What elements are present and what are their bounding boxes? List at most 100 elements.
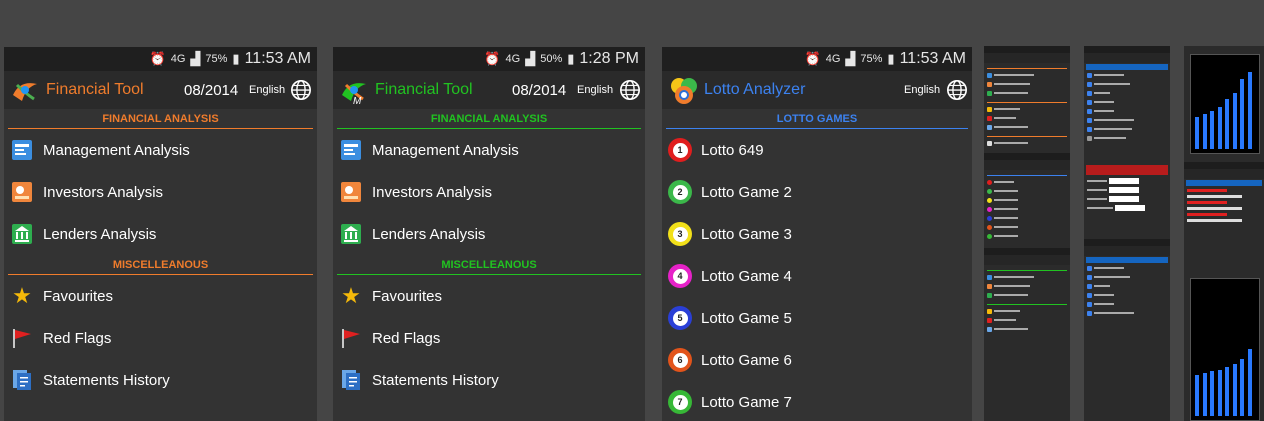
- lotto-analyzer-screen: ⏰ 4G ▟ 75% ▮ 11:53 AM Lotto Analyzer Eng…: [662, 47, 972, 421]
- investors-icon: [10, 180, 34, 204]
- lotto-game-item[interactable]: 7 Lotto Game 7: [662, 381, 972, 421]
- lenders-icon: [10, 222, 34, 246]
- lotto-game-item[interactable]: 6 Lotto Game 6: [662, 339, 972, 381]
- action-bar: Lotto Analyzer English: [662, 71, 972, 109]
- menu-item-statements-history[interactable]: Statements History: [4, 359, 317, 401]
- statements-history-icon: [339, 368, 363, 392]
- network-indicator: 4G: [170, 53, 186, 65]
- menu-item-statements-history[interactable]: Statements History: [333, 359, 645, 401]
- thumbnail-chart-bar: [1217, 369, 1222, 416]
- menu-item-label: Red Flags: [43, 329, 112, 347]
- menu-item-label: Favourites: [43, 287, 114, 305]
- status-bar: ⏰ 4G ▟ 50% ▮ 1:28 PM: [333, 47, 645, 71]
- thumbnail-chart-bar: [1202, 372, 1207, 416]
- lotto-ball-icon: 6: [668, 348, 692, 372]
- menu-item-label: Investors Analysis: [372, 183, 493, 201]
- clock: 11:53 AM: [899, 50, 966, 67]
- signal-icon: ▟: [190, 51, 201, 66]
- thumbnail-chart-bar: [1247, 72, 1252, 149]
- section-header-financial-analysis: FINANCIAL ANALYSIS: [337, 109, 641, 129]
- period-date[interactable]: 08/2014: [184, 82, 238, 99]
- lotto-game-label: Lotto Game 4: [701, 267, 792, 285]
- star-icon: ★: [341, 283, 361, 308]
- lotto-game-item[interactable]: 5 Lotto Game 5: [662, 297, 972, 339]
- section-header-miscellaneous: MISCELLEANOUS: [337, 255, 641, 275]
- app-title: Financial Tool: [46, 81, 144, 98]
- battery-percent: 75%: [205, 53, 228, 65]
- menu-item-label: Lenders Analysis: [43, 225, 157, 243]
- globe-icon[interactable]: [619, 79, 641, 101]
- menu-item-lenders-analysis[interactable]: Lenders Analysis: [4, 213, 317, 255]
- menu-item-favourites[interactable]: ★ Favourites: [4, 275, 317, 317]
- menu-item-investors-analysis[interactable]: Investors Analysis: [333, 171, 645, 213]
- thumbnail-chart-bar: [1210, 110, 1214, 149]
- thumbnail-financial-tool-menus[interactable]: [984, 46, 1070, 421]
- lotto-ball-icon: 4: [668, 264, 692, 288]
- status-bar: ⏰ 4G ▟ 75% ▮ 11:53 AM: [662, 47, 972, 71]
- lotto-game-label: Lotto Game 3: [701, 225, 792, 243]
- menu-item-label: Statements History: [372, 371, 499, 389]
- lotto-game-item[interactable]: 2 Lotto Game 2: [662, 171, 972, 213]
- menu-item-investors-analysis[interactable]: Investors Analysis: [4, 171, 317, 213]
- lotto-game-item[interactable]: 3 Lotto Game 3: [662, 213, 972, 255]
- management-icon: [339, 138, 363, 162]
- menu-item-red-flags[interactable]: Red Flags: [333, 317, 645, 359]
- lotto-game-item[interactable]: 4 Lotto Game 4: [662, 255, 972, 297]
- star-icon: ★: [12, 283, 32, 308]
- thumbnail-chart-bar: [1225, 367, 1229, 416]
- thumbnail-chart-bar: [1232, 364, 1237, 416]
- thumbnail-chart-bar: [1240, 358, 1244, 416]
- financial-tool-screen-orange: ⏰ 4G ▟ 75% ▮ 11:53 AM Financial Tool 08/…: [4, 47, 317, 421]
- menu-item-management-analysis[interactable]: Management Analysis: [333, 129, 645, 171]
- menu-item-label: Favourites: [372, 287, 443, 305]
- signal-icon: ▟: [525, 51, 536, 66]
- language-label[interactable]: English: [904, 84, 940, 96]
- network-indicator: 4G: [825, 53, 841, 65]
- statements-history-icon: [10, 368, 34, 392]
- section-header-miscellaneous: MISCELLEANOUS: [8, 255, 313, 275]
- lotto-logo-icon[interactable]: [668, 75, 698, 105]
- language-label[interactable]: English: [577, 84, 613, 96]
- thumbnail-chart-bar: [1202, 113, 1207, 149]
- app-logo-icon[interactable]: M: [339, 75, 369, 107]
- app-title: Financial Tool: [375, 81, 473, 98]
- thumbnail-chart-bar: [1195, 117, 1199, 149]
- red-flag-icon: [339, 326, 363, 350]
- menu-item-label: Lenders Analysis: [372, 225, 486, 243]
- thumbnail-bar-charts[interactable]: [1184, 46, 1264, 421]
- thumbnail-chart-bar: [1195, 375, 1199, 416]
- management-icon: [10, 138, 34, 162]
- menu-item-favourites[interactable]: ★ Favourites: [333, 275, 645, 317]
- menu-item-management-analysis[interactable]: Management Analysis: [4, 129, 317, 171]
- thumbnail-ratios-list[interactable]: [1084, 46, 1170, 421]
- lotto-ball-icon: 3: [668, 222, 692, 246]
- signal-icon: ▟: [845, 51, 856, 66]
- thumbnail-chart-bar: [1217, 107, 1222, 149]
- period-date[interactable]: 08/2014: [512, 82, 566, 99]
- menu-item-label: Investors Analysis: [43, 183, 164, 201]
- globe-icon[interactable]: [946, 79, 968, 101]
- language-label[interactable]: English: [249, 84, 285, 96]
- lotto-ball-icon: 2: [668, 180, 692, 204]
- alarm-icon: ⏰: [804, 51, 821, 66]
- menu-item-red-flags[interactable]: Red Flags: [4, 317, 317, 359]
- lotto-ball-icon: 7: [668, 390, 692, 414]
- lotto-game-label: Lotto Game 5: [701, 309, 792, 327]
- financial-tool-screen-green: ⏰ 4G ▟ 50% ▮ 1:28 PM M Financial Tool 08…: [333, 47, 645, 421]
- alarm-icon: ⏰: [484, 51, 501, 66]
- lotto-game-item[interactable]: 1 Lotto 649: [662, 129, 972, 171]
- globe-icon[interactable]: [290, 79, 312, 101]
- menu-item-label: Management Analysis: [372, 141, 519, 159]
- app-logo-icon[interactable]: [10, 75, 40, 105]
- menu-item-label: Management Analysis: [43, 141, 190, 159]
- section-header-lotto-games: LOTTO GAMES: [666, 109, 968, 129]
- menu-item-lenders-analysis[interactable]: Lenders Analysis: [333, 213, 645, 255]
- battery-icon: ▮: [887, 51, 895, 66]
- thumbnail-chart-bar: [1232, 93, 1237, 149]
- battery-percent: 75%: [860, 53, 883, 65]
- thumbnail-chart-bar: [1225, 99, 1229, 149]
- battery-icon: ▮: [567, 51, 575, 66]
- investors-icon: [339, 180, 363, 204]
- thumbnail-chart-bar: [1247, 348, 1252, 416]
- thumbnail-chart-bar: [1210, 371, 1214, 416]
